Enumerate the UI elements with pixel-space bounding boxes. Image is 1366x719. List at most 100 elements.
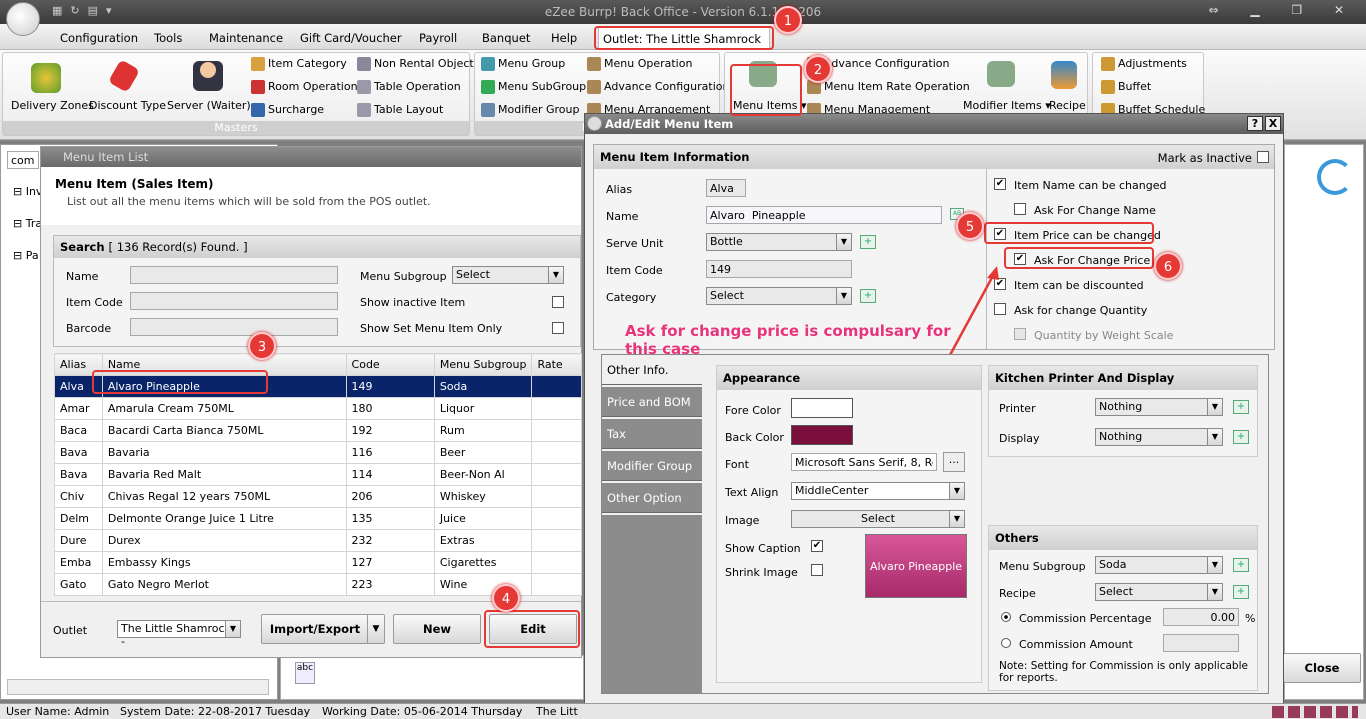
commission-pct-input[interactable]	[1163, 608, 1239, 626]
menu-help[interactable]: Help	[551, 31, 577, 45]
tree-node-pa[interactable]: ⊟ Pa	[13, 249, 39, 262]
serve-unit-select[interactable]: Bottle ▼	[706, 233, 852, 251]
category-select[interactable]: Select ▼	[706, 287, 852, 305]
table-row[interactable]: Amar Amarula Cream 750ML 180 Liquor	[54, 397, 582, 420]
font-picker-button[interactable]: ...	[943, 452, 965, 472]
modifier-items-button[interactable]: Modifier Items ▾	[963, 99, 1051, 112]
menu-configuration[interactable]: Configuration	[60, 31, 138, 45]
tab-tax[interactable]: Tax	[602, 419, 702, 449]
outlet-select[interactable]: The Little Shamrock - ▼	[117, 620, 241, 648]
table-layout-button[interactable]: Table Layout	[357, 103, 443, 117]
show-caption-checkbox[interactable]: ✔	[811, 540, 823, 552]
non-rental-object-button[interactable]: Non Rental Object	[357, 57, 474, 71]
name-changed-checkbox[interactable]: ✔	[994, 178, 1006, 190]
column-menu-subgroup[interactable]: Menu Subgroup	[433, 353, 533, 376]
menu-banquet[interactable]: Banquet	[482, 31, 530, 45]
menu-advance-config-button[interactable]: Advance Configuration	[587, 80, 729, 94]
commission-amt-input[interactable]	[1163, 634, 1239, 652]
adjustments-button[interactable]: Adjustments	[1101, 57, 1187, 71]
delivery-zones-button[interactable]: Delivery Zones	[11, 99, 94, 112]
add-display-icon[interactable]: +	[1233, 430, 1249, 444]
search-barcode-input[interactable]	[130, 318, 338, 336]
menu-tools[interactable]: Tools	[154, 31, 182, 45]
alias-input[interactable]	[706, 179, 746, 197]
menu-payroll[interactable]: Payroll	[419, 31, 457, 45]
new-button[interactable]: New	[393, 614, 481, 644]
add-subgroup-icon[interactable]: +	[1233, 558, 1249, 572]
server-waiter-button[interactable]: Server (Waiter)	[167, 99, 251, 112]
menu-subgroup-select[interactable]: Select ▼	[452, 266, 564, 284]
tab-other-option[interactable]: Other Option	[602, 483, 702, 513]
commission-amt-radio[interactable]	[1001, 638, 1011, 648]
display-select[interactable]: Nothing ▼	[1095, 428, 1223, 446]
appearance-panel: Appearance Fore Color Back Color Font ..…	[716, 365, 982, 683]
table-row[interactable]: Emba Embassy Kings 127 Cigarettes	[54, 551, 582, 574]
add-serve-unit-icon[interactable]: +	[860, 235, 876, 249]
buffet-button[interactable]: Buffet	[1101, 80, 1151, 94]
shrink-image-checkbox[interactable]	[811, 564, 823, 576]
app-logo-icon[interactable]	[6, 2, 40, 36]
tab-price-bom[interactable]: Price and BOM	[602, 387, 702, 417]
font-input[interactable]	[791, 453, 937, 471]
recipe-button[interactable]: Recipe	[1049, 99, 1086, 112]
table-cell: Durex	[101, 529, 347, 552]
table-row[interactable]: Bava Bavaria 116 Beer	[54, 441, 582, 464]
qty-weight-checkbox[interactable]	[1014, 328, 1026, 340]
show-inactive-checkbox[interactable]	[552, 296, 564, 308]
table-row[interactable]: Bava Bavaria Red Malt 114 Beer-Non Al	[54, 463, 582, 486]
system-tray[interactable]	[1272, 706, 1358, 718]
add-recipe-icon[interactable]: +	[1233, 585, 1249, 599]
sidebar-scrollbar[interactable]	[7, 679, 269, 695]
column-rate[interactable]: Rate	[531, 353, 582, 376]
item-category-button[interactable]: Item Category	[251, 57, 347, 71]
fore-color-swatch[interactable]	[791, 398, 853, 418]
tab-modifier-group[interactable]: Modifier Group	[602, 451, 702, 481]
table-row[interactable]: Baca Bacardi Carta Bianca 750ML 192 Rum	[54, 419, 582, 442]
column-code[interactable]: Code	[345, 353, 435, 376]
add-printer-icon[interactable]: +	[1233, 400, 1249, 414]
help-button[interactable]: ?	[1247, 116, 1263, 131]
table-row[interactable]: Dure Durex 232 Extras	[54, 529, 582, 552]
search-item-code-input[interactable]	[130, 292, 338, 310]
others-subgroup-select[interactable]: Soda ▼	[1095, 556, 1223, 574]
menu-group-button[interactable]: Menu Group	[481, 57, 565, 71]
table-cell	[531, 485, 582, 508]
commission-pct-radio[interactable]	[1001, 612, 1011, 622]
recipe-select[interactable]: Select ▼	[1095, 583, 1223, 601]
mark-inactive-checkbox[interactable]	[1257, 151, 1269, 163]
back-color-swatch[interactable]	[791, 425, 853, 445]
spell-check-icon[interactable]: abc	[295, 662, 315, 684]
table-row[interactable]: Chiv Chivas Regal 12 years 750ML 206 Whiske…	[54, 485, 582, 508]
name-input[interactable]	[706, 206, 942, 224]
add-category-icon[interactable]: +	[860, 289, 876, 303]
image-select[interactable]: Select ▼	[791, 510, 965, 528]
table-row[interactable]: Delm Delmonte Orange Juice 1 Litre 135 Juic…	[54, 507, 582, 530]
room-operation-button[interactable]: Room Operation	[251, 80, 358, 94]
sidebar-search-input[interactable]	[7, 151, 39, 169]
close-button[interactable]: Close	[1283, 653, 1361, 683]
tree-node-inv[interactable]: ⊟ Inv	[13, 185, 42, 198]
printer-select[interactable]: Nothing ▼	[1095, 398, 1223, 416]
search-name-input[interactable]	[130, 266, 338, 284]
menu-operation-button[interactable]: Menu Operation	[587, 57, 692, 71]
item-code-input[interactable]	[706, 260, 852, 278]
table-cell: Baca	[54, 419, 103, 442]
tab-other-info[interactable]: Other Info.	[602, 355, 702, 385]
tree-node-tra[interactable]: ⊟ Tra	[13, 217, 42, 230]
surcharge-button[interactable]: Surcharge	[251, 103, 324, 117]
window-controls[interactable]: ⇔ ▁ ❐ ✕	[1208, 3, 1358, 17]
text-align-select[interactable]: MiddleCenter ▼	[791, 482, 965, 500]
menu-subgroup-button[interactable]: Menu SubGroup	[481, 80, 586, 94]
image-label: Image	[725, 514, 760, 527]
show-set-menu-checkbox[interactable]	[552, 322, 564, 334]
discount-type-button[interactable]: Discount Type	[89, 99, 166, 112]
import-export-dropdown[interactable]: ▼	[367, 614, 385, 644]
menu-item-rate-operation-button[interactable]: Menu Item Rate Operation	[807, 80, 970, 94]
dialog-close-button[interactable]: X	[1265, 116, 1281, 131]
modifier-group-button[interactable]: Modifier Group	[481, 103, 579, 117]
menu-gift-card[interactable]: Gift Card/Voucher	[300, 31, 402, 45]
menu-maintenance[interactable]: Maintenance	[209, 31, 283, 45]
ask-change-name-checkbox[interactable]	[1014, 203, 1026, 215]
import-export-button[interactable]: Import/Export	[261, 614, 369, 644]
table-operation-button[interactable]: Table Operation	[357, 80, 461, 94]
